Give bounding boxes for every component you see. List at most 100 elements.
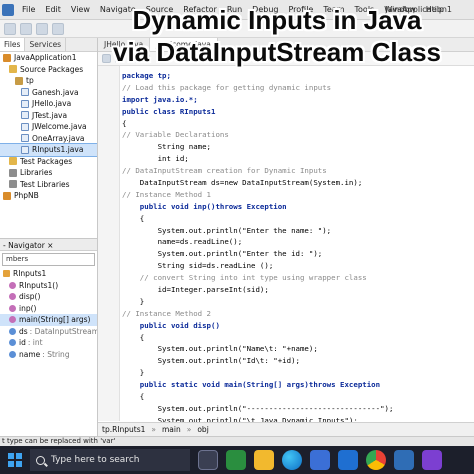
tree-item[interactable]: RInputs1.java xyxy=(0,143,97,157)
code-line[interactable]: String sid=ds.readLine (); xyxy=(122,260,472,272)
navigator-item-label: RInputs1 xyxy=(13,269,47,279)
navigator-item[interactable]: inp() xyxy=(0,303,97,315)
java-file-icon xyxy=(21,111,29,120)
tree-item[interactable]: Ganesh.java xyxy=(0,87,97,99)
tree-item-label: JavaApplication1 xyxy=(14,53,77,63)
code-line[interactable]: } xyxy=(122,367,472,379)
menu-file[interactable]: File xyxy=(17,5,40,14)
code-line[interactable]: package tp; xyxy=(122,70,472,82)
tree-item[interactable]: Libraries xyxy=(0,167,97,179)
tree-item[interactable]: OneArray.java xyxy=(0,133,97,145)
java-file-icon xyxy=(21,134,29,143)
project-tree: JavaApplication1 Source Packages tp Ganesh.… xyxy=(0,52,97,202)
navigator-item[interactable]: id: int xyxy=(0,337,97,349)
menu-edit[interactable]: Edit xyxy=(40,5,66,14)
code-line[interactable]: name=ds.readLine(); xyxy=(122,236,472,248)
tree-item-label: Test Packages xyxy=(20,156,73,166)
code-line[interactable]: // DataInputStream creation for Dynamic … xyxy=(122,165,472,177)
breadcrumb-variable[interactable]: obj xyxy=(197,425,208,434)
tab-services[interactable]: Services xyxy=(25,38,67,51)
overlay-title-line2: via DataInputStream Class xyxy=(112,37,441,67)
store-icon[interactable] xyxy=(310,450,330,470)
java-file-icon xyxy=(21,88,29,97)
code-editor[interactable]: package tp;// Load this package for gett… xyxy=(122,70,472,422)
code-line[interactable]: { xyxy=(122,118,472,130)
tab-files[interactable]: Files xyxy=(0,38,26,51)
navigator-item[interactable]: ds: DataInputStream xyxy=(0,326,97,338)
taskbar-search-input[interactable]: Type here to search xyxy=(30,449,190,471)
navigator-list: RInputs1 RInputs1() disp() inp() main(String… xyxy=(0,268,97,360)
tree-item[interactable]: JWelcome.java xyxy=(0,121,97,133)
tree-item-label: Libraries xyxy=(20,168,53,178)
code-line[interactable]: DataInputStream ds=new DataInputStream(S… xyxy=(122,177,472,189)
tree-item-label: OneArray.java xyxy=(32,133,85,143)
code-line[interactable]: public void disp() xyxy=(122,320,472,332)
tree-item[interactable]: JHello.java xyxy=(0,98,97,110)
tree-item-label: JHello.java xyxy=(32,99,72,109)
tree-item[interactable]: Test Packages xyxy=(0,156,97,168)
code-line[interactable]: System.out.println("Id\t: "+id); xyxy=(122,355,472,367)
project-icon xyxy=(3,53,11,62)
navigator-item[interactable]: RInputs1 xyxy=(0,268,97,280)
code-line[interactable]: { xyxy=(122,332,472,344)
code-line[interactable]: // convert String into int type using wr… xyxy=(122,272,472,284)
code-line[interactable]: { xyxy=(122,213,472,225)
code-line[interactable]: public class RInputs1 xyxy=(122,106,472,118)
navigator-panel: - Navigator × mbers RInputs1 RInputs1() di… xyxy=(0,238,98,438)
file-explorer-icon[interactable] xyxy=(254,450,274,470)
netbeans-icon[interactable] xyxy=(394,450,414,470)
app-icon[interactable] xyxy=(422,450,442,470)
tree-item[interactable]: tp xyxy=(0,75,97,87)
code-line[interactable]: import java.io.*; xyxy=(122,94,472,106)
code-line[interactable]: System.out.println("Name\t: "+name); xyxy=(122,343,472,355)
navigator-item-label: main(String[] args) xyxy=(19,315,91,325)
breadcrumb-method[interactable]: main xyxy=(162,425,181,434)
editor-breadcrumb: tp.RInputs1 » main » obj xyxy=(98,422,474,436)
navigator-item-type: : String xyxy=(42,349,70,359)
code-line[interactable]: int id; xyxy=(122,153,472,165)
breadcrumb-class[interactable]: tp.RInputs1 xyxy=(102,425,145,434)
code-line[interactable]: System.out.println("Enter the id: "); xyxy=(122,248,472,260)
code-line[interactable]: System.out.println("--------------------… xyxy=(122,403,472,415)
library-icon xyxy=(9,180,17,189)
search-icon xyxy=(36,455,45,465)
edge-icon[interactable] xyxy=(282,450,302,470)
tree-item[interactable]: JTest.java xyxy=(0,110,97,122)
code-line[interactable]: { xyxy=(122,391,472,403)
open-project-icon[interactable] xyxy=(36,22,48,35)
navigator-header[interactable]: - Navigator × xyxy=(0,238,97,251)
navigator-item[interactable]: name: String xyxy=(0,349,97,361)
save-all-icon[interactable] xyxy=(52,22,64,35)
method-icon xyxy=(9,316,16,324)
navigator-item[interactable]: main(String[] args) xyxy=(0,314,97,326)
navigator-item-label: name xyxy=(19,349,41,359)
projects-panel: Files Services JavaApplication1 Source Pa… xyxy=(0,38,98,238)
code-line[interactable]: public static void main(String[] args)th… xyxy=(122,379,472,391)
new-project-icon[interactable] xyxy=(20,22,32,35)
code-line[interactable]: // Instance Method 2 xyxy=(122,308,472,320)
code-line[interactable]: // Variable Declarations xyxy=(122,129,472,141)
widgets-icon[interactable] xyxy=(226,450,246,470)
code-line[interactable]: System.out.println("Enter the name: "); xyxy=(122,225,472,237)
windows-start-icon[interactable] xyxy=(4,449,26,471)
navigator-filter-dropdown[interactable]: mbers xyxy=(2,253,95,266)
code-line[interactable]: public void inp()throws Exception xyxy=(122,201,472,213)
new-file-icon[interactable] xyxy=(4,22,16,35)
navigator-item[interactable]: disp() xyxy=(0,291,97,303)
navigator-item-label: ds xyxy=(19,326,28,336)
code-line[interactable]: // Load this package for getting dynamic… xyxy=(122,82,472,94)
navigator-item[interactable]: RInputs1() xyxy=(0,280,97,292)
code-line[interactable]: id=Integer.parseInt(sid); xyxy=(122,284,472,296)
code-line[interactable]: System.out.println("\t Java Dynamic Inpu… xyxy=(122,415,472,422)
mail-icon[interactable] xyxy=(338,450,358,470)
code-line[interactable]: } xyxy=(122,296,472,308)
field-icon xyxy=(9,350,16,358)
status-bar: t type can be replaced with 'var' xyxy=(0,436,474,446)
tree-item[interactable]: PhpNB xyxy=(0,190,97,202)
code-line[interactable]: // Instance Method 1 xyxy=(122,189,472,201)
tree-item[interactable]: Test Libraries xyxy=(0,179,97,191)
code-line[interactable]: String name; xyxy=(122,141,472,153)
task-view-icon[interactable] xyxy=(198,450,218,470)
java-file-icon xyxy=(21,122,29,131)
chrome-icon[interactable] xyxy=(366,450,386,470)
